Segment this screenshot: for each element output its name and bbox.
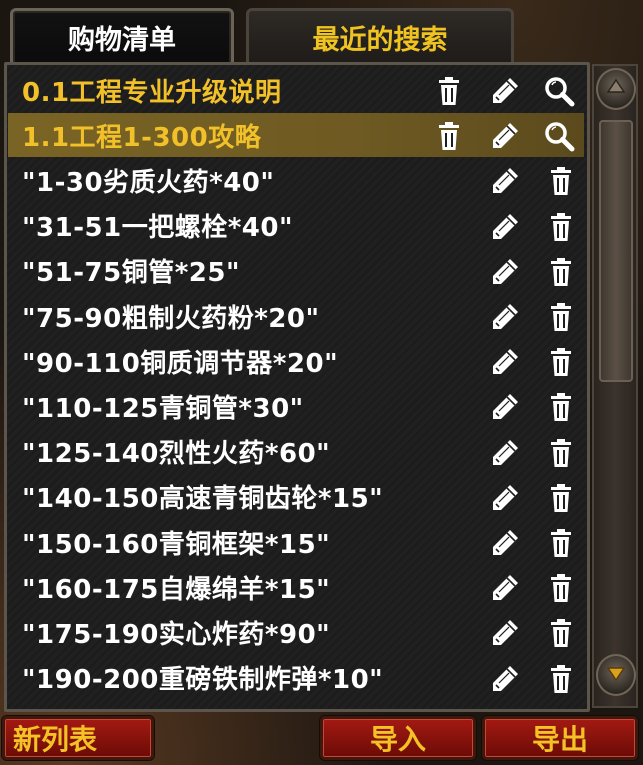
scroll-down-button[interactable] xyxy=(596,654,636,696)
scrollbar-thumb[interactable] xyxy=(599,120,633,382)
export-label: 导出 xyxy=(531,723,588,756)
list-item-label: "140-150高速青铜齿轮*15" xyxy=(22,484,384,515)
pencil-icon[interactable] xyxy=(488,436,522,470)
import-button[interactable]: 导入 xyxy=(320,716,476,760)
pencil-icon[interactable] xyxy=(488,345,522,379)
pencil-icon[interactable] xyxy=(488,390,522,424)
pencil-icon[interactable] xyxy=(488,210,522,244)
pencil-icon[interactable] xyxy=(488,481,522,515)
list-item-label: 1.1工程1-300攻略 xyxy=(22,122,262,153)
trash-icon[interactable] xyxy=(432,119,466,153)
magnifier-icon[interactable] xyxy=(542,74,576,108)
list-item-label: "160-175自爆绵羊*15" xyxy=(22,574,331,605)
pencil-icon[interactable] xyxy=(488,74,522,108)
list-item-label: "190-200重磅铁制炸弹*10" xyxy=(22,665,384,696)
export-button[interactable]: 导出 xyxy=(482,716,638,760)
list-item[interactable]: "175-190实心炸药*90" xyxy=(8,610,584,654)
list-item[interactable]: 1.1工程1-300攻略 xyxy=(8,113,584,158)
list-item-label: "75-90粗制火药粉*20" xyxy=(22,303,320,334)
list-item[interactable]: "1-30劣质火药*40" xyxy=(8,158,584,202)
list-item[interactable]: "51-75铜管*25" xyxy=(8,249,584,293)
new-list-button[interactable]: 新列表 xyxy=(2,716,154,760)
tab-shopping-list[interactable]: 购物清单 xyxy=(10,8,234,64)
trash-icon[interactable] xyxy=(544,210,578,244)
trash-icon[interactable] xyxy=(544,571,578,605)
trash-icon[interactable] xyxy=(544,662,578,696)
list-item[interactable]: "140-150高速青铜齿轮*15" xyxy=(8,475,584,519)
pencil-icon[interactable] xyxy=(488,616,522,650)
list-item[interactable]: "90-110铜质调节器*20" xyxy=(8,339,584,383)
list-item[interactable]: 0.1工程专业升级说明 xyxy=(8,68,584,112)
list-item-label: 0.1工程专业升级说明 xyxy=(22,77,282,108)
trash-icon[interactable] xyxy=(544,255,578,289)
pencil-icon[interactable] xyxy=(488,164,522,198)
import-label: 导入 xyxy=(369,723,426,756)
list-item-label: "51-75铜管*25" xyxy=(22,258,241,289)
list-item-label: "90-110铜质调节器*20" xyxy=(22,348,339,379)
list-item-label: "175-190实心炸药*90" xyxy=(22,619,331,650)
trash-icon[interactable] xyxy=(544,481,578,515)
pencil-icon[interactable] xyxy=(488,571,522,605)
pencil-icon[interactable] xyxy=(488,255,522,289)
tab-recent-searches[interactable]: 最近的搜索 xyxy=(246,8,514,64)
pencil-icon[interactable] xyxy=(488,526,522,560)
arrow-down-icon xyxy=(606,663,626,687)
list-item[interactable]: "110-125青铜管*30" xyxy=(8,384,584,428)
trash-icon[interactable] xyxy=(544,300,578,334)
pencil-icon[interactable] xyxy=(488,300,522,334)
list-item[interactable]: "75-90粗制火药粉*20" xyxy=(8,294,584,338)
new-list-label: 新列表 xyxy=(13,723,98,756)
list-item-label: "1-30劣质火药*40" xyxy=(22,167,275,198)
list-item-label: "125-140烈性火药*60" xyxy=(22,439,331,470)
trash-icon[interactable] xyxy=(432,74,466,108)
list-item[interactable]: "160-175自爆绵羊*15" xyxy=(8,565,584,609)
list-item-label: "31-51一把螺栓*40" xyxy=(22,213,294,244)
list-item[interactable]: "125-140烈性火药*60" xyxy=(8,430,584,474)
pencil-icon[interactable] xyxy=(488,662,522,696)
trash-icon[interactable] xyxy=(544,345,578,379)
list-item-label: "150-160青铜框架*15" xyxy=(22,529,331,560)
trash-icon[interactable] xyxy=(544,526,578,560)
tab-shopping-list-label: 购物清单 xyxy=(68,25,176,56)
magnifier-icon[interactable] xyxy=(542,119,576,153)
pencil-icon[interactable] xyxy=(488,119,522,153)
list-item[interactable]: "190-200重磅铁制炸弹*10" xyxy=(8,656,584,700)
list-item[interactable]: "31-51一把螺栓*40" xyxy=(8,204,584,248)
scroll-up-button[interactable] xyxy=(596,68,636,110)
tab-recent-searches-label: 最近的搜索 xyxy=(312,25,448,56)
trash-icon[interactable] xyxy=(544,390,578,424)
arrow-up-icon xyxy=(606,77,626,101)
trash-icon[interactable] xyxy=(544,616,578,650)
trash-icon[interactable] xyxy=(544,164,578,198)
list-item[interactable]: "150-160青铜框架*15" xyxy=(8,520,584,564)
list-item-label: "110-125青铜管*30" xyxy=(22,393,304,424)
trash-icon[interactable] xyxy=(544,436,578,470)
